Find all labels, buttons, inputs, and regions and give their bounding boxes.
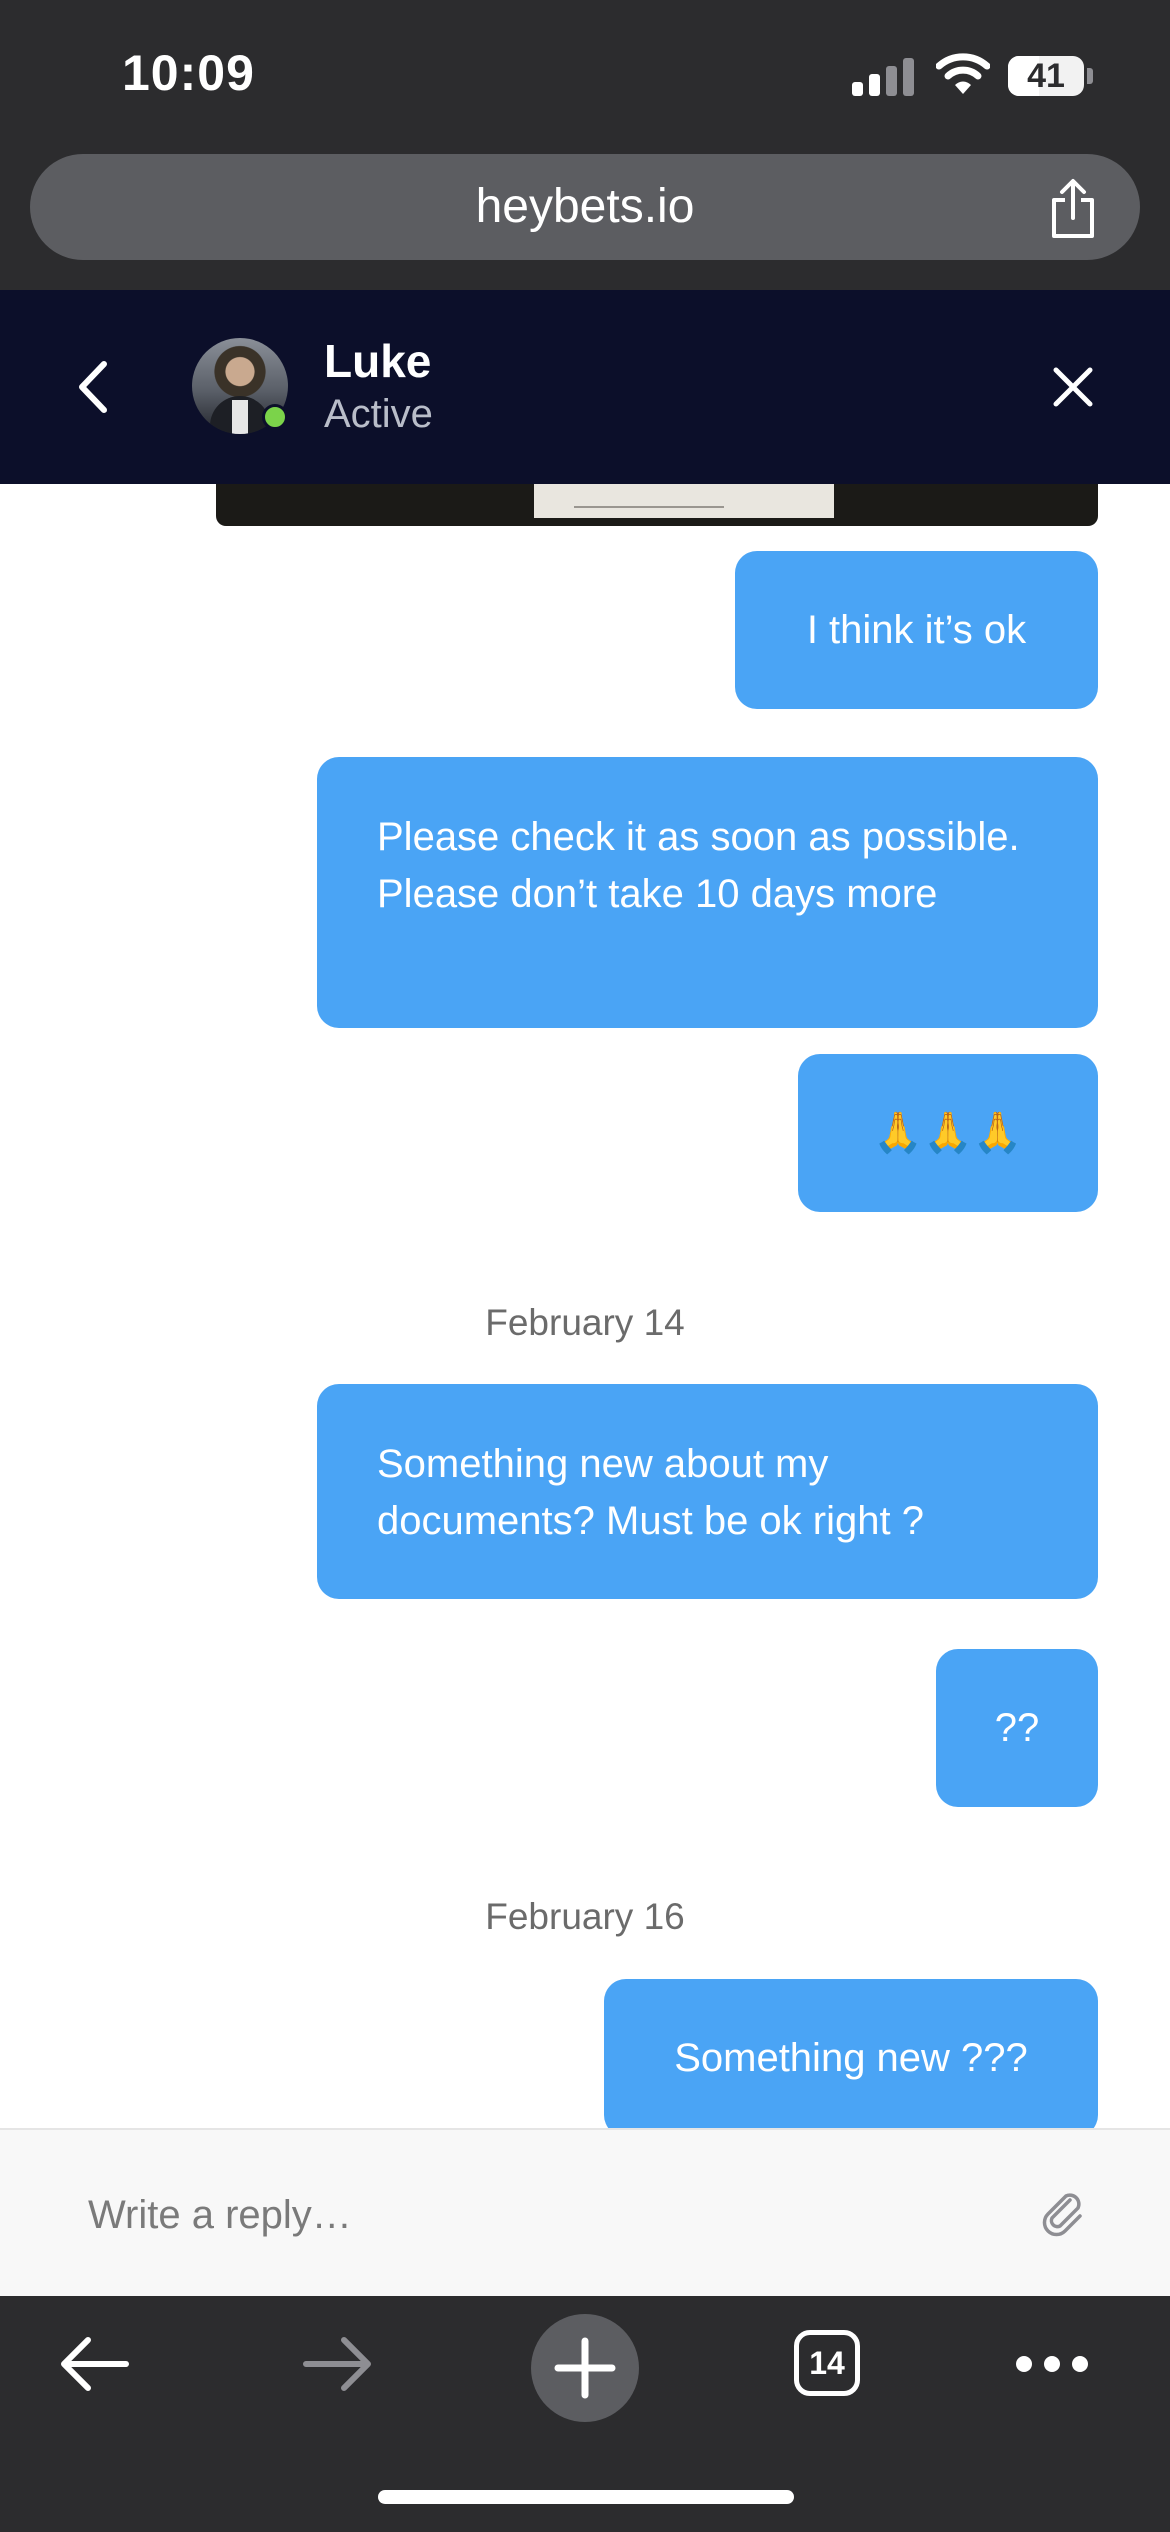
message-bubble[interactable]: 🙏🙏🙏 (798, 1054, 1098, 1212)
back-chevron-icon[interactable] (74, 358, 114, 416)
contact-status: Active (324, 392, 433, 436)
image-attachment[interactable] (216, 484, 1098, 526)
reply-bar (0, 2128, 1170, 2298)
status-time: 10:09 (122, 45, 255, 101)
close-icon[interactable] (1052, 366, 1094, 408)
new-tab-button[interactable] (531, 2314, 639, 2422)
image-scrawl (574, 486, 724, 508)
share-icon[interactable] (1046, 178, 1100, 240)
message-bubble[interactable]: Something new about my documents? Must b… (317, 1384, 1098, 1599)
date-separator: February 14 (485, 1302, 685, 1343)
wifi-icon (936, 53, 990, 94)
plus-icon (554, 2337, 616, 2399)
reply-input[interactable] (86, 2174, 990, 2256)
status-bar: 10:09 41 (0, 0, 1170, 150)
back-arrow-icon[interactable] (58, 2336, 130, 2392)
online-status-dot (262, 404, 288, 430)
tabs-icon[interactable]: 14 (794, 2330, 860, 2396)
image-paper (534, 484, 834, 518)
battery-tip (1087, 68, 1093, 84)
signal-icon (852, 58, 916, 96)
browser-address-area: heybets.io (0, 150, 1170, 290)
address-bar[interactable]: heybets.io (30, 154, 1140, 260)
message-bubble[interactable]: Please check it as soon as possible. Ple… (317, 757, 1098, 1028)
url-text[interactable]: heybets.io (30, 154, 1140, 260)
date-separator: February 16 (485, 1896, 685, 1937)
more-icon[interactable] (1016, 2348, 1088, 2378)
avatar-shirt (232, 400, 248, 434)
chat-header: Luke Active (0, 290, 1170, 484)
paperclip-icon[interactable] (1040, 2190, 1088, 2238)
contact-name: Luke (324, 335, 432, 387)
battery-level: 41 (1027, 57, 1065, 95)
message-bubble[interactable]: I think it’s ok (735, 551, 1098, 709)
forward-arrow-icon[interactable] (302, 2336, 374, 2392)
message-bubble[interactable]: ?? (936, 1649, 1098, 1807)
battery-icon: 41 (1008, 56, 1084, 96)
message-list[interactable]: I think it’s ok Please check it as soon … (0, 484, 1170, 2128)
message-bubble[interactable]: Something new ??? (604, 1979, 1098, 2128)
home-indicator (378, 2490, 794, 2504)
